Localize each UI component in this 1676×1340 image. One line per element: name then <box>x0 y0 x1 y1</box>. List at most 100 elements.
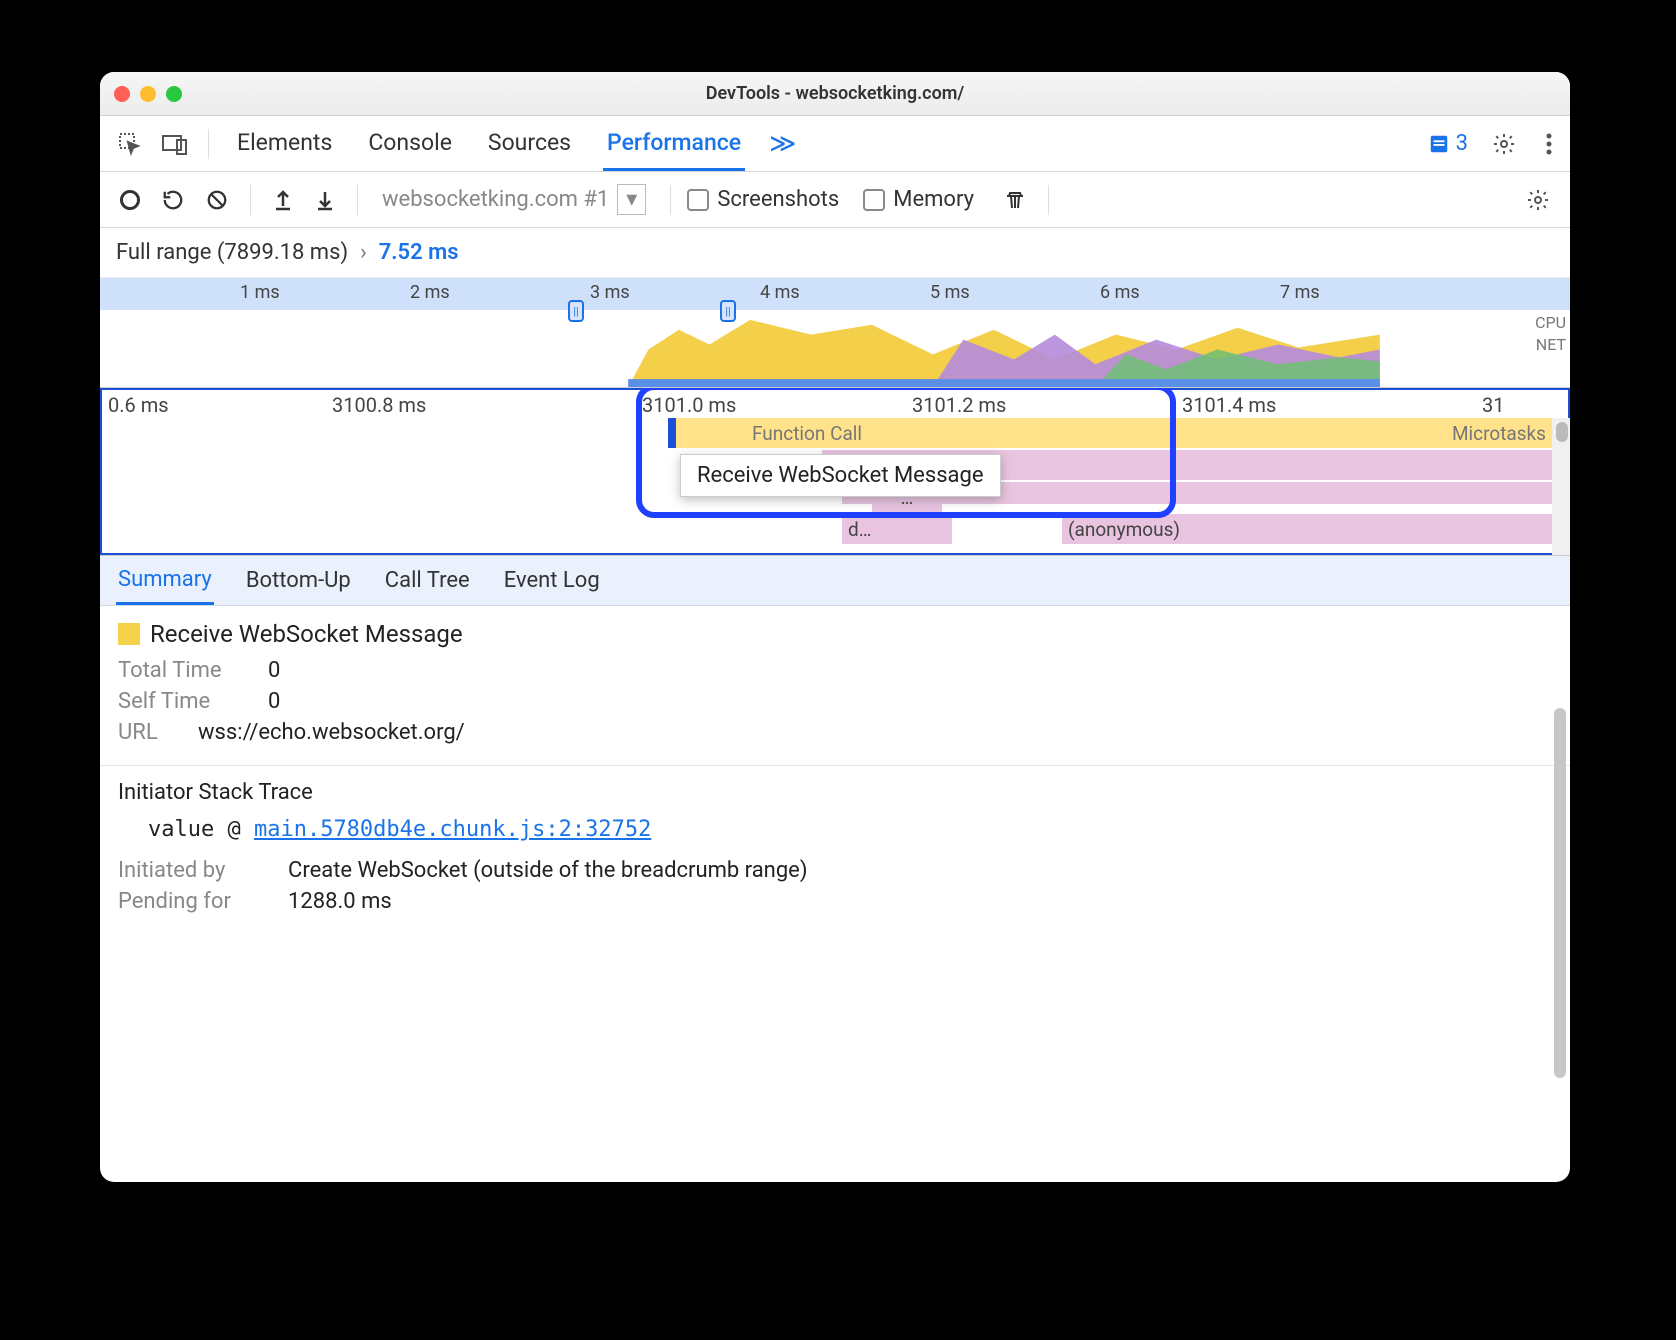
devtools-window: DevTools - websocketking.com/ Elements C… <box>100 72 1570 1182</box>
recording-selector[interactable]: websocketking.com #1 ▾ <box>374 182 654 217</box>
screenshots-label: Screenshots <box>717 187 839 212</box>
summary-panel: Receive WebSocket Message Total Time 0 Se… <box>100 606 1570 1182</box>
net-label: NET <box>1535 334 1566 356</box>
scrollbar-thumb[interactable] <box>1556 422 1568 442</box>
summary-scrollbar[interactable] <box>1554 708 1566 1172</box>
window-titlebar: DevTools - websocketking.com/ <box>100 72 1570 116</box>
divider <box>357 185 358 215</box>
memory-checkbox[interactable]: Memory <box>863 187 974 212</box>
self-time-value: 0 <box>268 689 280 714</box>
recording-label: websocketking.com #1 <box>382 187 609 212</box>
record-button[interactable] <box>114 184 146 216</box>
total-time-label: Total Time <box>118 658 248 683</box>
tab-console[interactable]: Console <box>364 117 456 171</box>
pending-value: 1288.0 ms <box>288 889 392 914</box>
flame-tick: 3100.8 ms <box>332 393 426 417</box>
memory-label: Memory <box>893 187 974 212</box>
issues-button[interactable]: 3 <box>1428 131 1468 156</box>
upload-profile-icon[interactable] <box>267 183 299 217</box>
timeline-breadcrumb: Full range (7899.18 ms) › 7.52 ms <box>100 228 1570 278</box>
event-marker <box>668 418 676 448</box>
divider <box>670 185 671 215</box>
url-value: wss://echo.websocket.org/ <box>198 720 465 745</box>
flame-tick: 3101.4 ms <box>1182 393 1276 417</box>
tab-sources[interactable]: Sources <box>484 117 575 171</box>
scrollbar-thumb[interactable] <box>1554 708 1566 1078</box>
checkbox-icon <box>687 189 709 211</box>
tab-elements[interactable]: Elements <box>233 117 336 171</box>
timeline-overview[interactable]: 1 ms 2 ms 3 ms 4 ms 5 ms 6 ms 7 ms || ||… <box>100 278 1570 388</box>
detail-tab-bottom-up[interactable]: Bottom-Up <box>244 558 353 603</box>
detail-tab-event-log[interactable]: Event Log <box>502 558 602 603</box>
flame-event-microtasks-label: Microtasks <box>1452 422 1546 445</box>
flame-tick: 3101.0 ms <box>642 393 736 417</box>
stack-frame-link[interactable]: main.5780db4e.chunk.js:2:32752 <box>254 817 651 842</box>
zoom-window-button[interactable] <box>166 86 182 102</box>
close-window-button[interactable] <box>114 86 130 102</box>
checkbox-icon <box>863 189 885 211</box>
event-title-row: Receive WebSocket Message <box>118 620 1552 648</box>
overview-ruler: 1 ms 2 ms 3 ms 4 ms 5 ms 6 ms 7 ms <box>100 278 1570 310</box>
self-time-label: Self Time <box>118 689 248 714</box>
clear-icon[interactable] <box>200 183 234 217</box>
issues-count: 3 <box>1456 131 1468 156</box>
initiator-header: Initiator Stack Trace <box>118 780 1552 805</box>
flame-ruler: 0.6 ms 3100.8 ms 3101.0 ms 3101.2 ms 310… <box>100 388 1570 418</box>
url-label: URL <box>118 720 178 745</box>
total-time-value: 0 <box>268 658 280 683</box>
window-controls <box>114 86 182 102</box>
breadcrumb-full-range[interactable]: Full range (7899.18 ms) <box>116 240 348 265</box>
flame-tick: 3101.2 ms <box>912 393 1006 417</box>
detail-tab-summary[interactable]: Summary <box>116 557 214 605</box>
breadcrumb-selection[interactable]: 7.52 ms <box>379 240 459 265</box>
more-menu-icon[interactable] <box>1540 127 1558 161</box>
flame-tooltip: Receive WebSocket Message <box>680 454 1001 497</box>
inspect-element-icon[interactable] <box>112 126 148 162</box>
flame-tick: 31 <box>1482 393 1504 417</box>
main-tabs: Elements Console Sources Performance <box>233 117 745 171</box>
overview-chart <box>100 310 1522 387</box>
tabs-overflow-button[interactable]: ≫ <box>769 129 796 159</box>
minimize-window-button[interactable] <box>140 86 156 102</box>
collect-garbage-icon[interactable] <box>998 182 1032 218</box>
flame-vertical-scrollbar[interactable] <box>1552 418 1570 555</box>
cpu-label: CPU <box>1535 312 1566 334</box>
flame-event-receive-ws[interactable]: Function Call Microtasks <box>672 418 1552 448</box>
tab-performance[interactable]: Performance <box>603 117 745 171</box>
flame-tick: 0.6 ms <box>108 393 169 417</box>
ruler-tick: 6 ms <box>1100 282 1140 303</box>
divider <box>250 185 251 215</box>
pending-label: Pending for <box>118 889 268 914</box>
download-profile-icon[interactable] <box>309 183 341 217</box>
flame-chart[interactable]: 0.6 ms 3100.8 ms 3101.0 ms 3101.2 ms 310… <box>100 388 1570 556</box>
initiated-by-value: Create WebSocket (outside of the breadcr… <box>288 858 808 883</box>
tooltip-text: Receive WebSocket Message <box>697 463 984 488</box>
ruler-tick: 7 ms <box>1280 282 1320 303</box>
reload-record-icon[interactable] <box>156 183 190 217</box>
device-toolbar-icon[interactable] <box>156 127 194 161</box>
window-title: DevTools - websocketking.com/ <box>100 83 1570 104</box>
settings-gear-icon[interactable] <box>1486 126 1522 162</box>
flame-event-fn-call-label: Function Call <box>752 422 862 445</box>
event-color-swatch <box>118 623 140 645</box>
divider <box>1048 185 1049 215</box>
event-title: Receive WebSocket Message <box>150 620 463 648</box>
initiator-section: Initiator Stack Trace value @ main.5780d… <box>100 766 1570 934</box>
flame-event-d[interactable]: d… <box>842 514 952 544</box>
performance-toolbar: websocketking.com #1 ▾ Screenshots Memor… <box>100 172 1570 228</box>
screenshots-checkbox[interactable]: Screenshots <box>687 187 839 212</box>
detail-tab-call-tree[interactable]: Call Tree <box>383 558 472 603</box>
event-summary-section: Receive WebSocket Message Total Time 0 Se… <box>100 606 1570 766</box>
ruler-tick: 4 ms <box>760 282 800 303</box>
flame-event-anonymous[interactable]: (anonymous) <box>1062 514 1552 544</box>
initiated-by-label: Initiated by <box>118 858 268 883</box>
capture-settings-gear-icon[interactable] <box>1520 182 1556 218</box>
stack-frame-name: value @ <box>148 817 254 842</box>
devtools-tabbar: Elements Console Sources Performance ≫ 3 <box>100 116 1570 172</box>
ruler-tick: 3 ms <box>590 282 630 303</box>
overview-lane-labels: CPU NET <box>1535 312 1566 356</box>
ruler-tick: 2 ms <box>410 282 450 303</box>
chevron-right-icon: › <box>360 240 367 265</box>
detail-tabs: Summary Bottom-Up Call Tree Event Log <box>100 556 1570 606</box>
divider <box>208 129 209 159</box>
